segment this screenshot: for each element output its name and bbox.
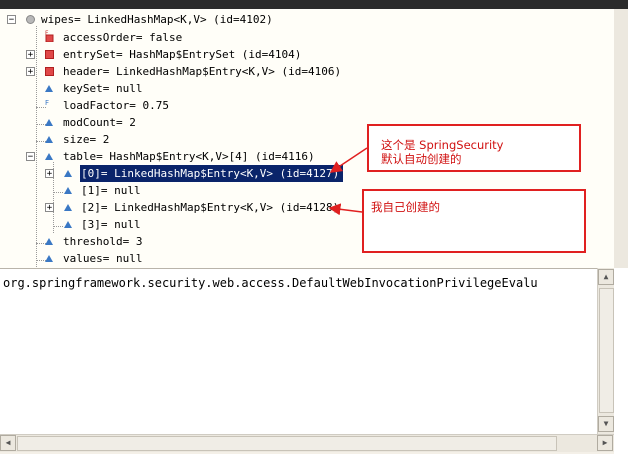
expand-toggle[interactable]: + [45, 169, 54, 179]
tree-node-table-2[interactable]: + [2]= LinkedHashMap$Entry<K,V> (id=4128… [0, 199, 400, 216]
svg-text:F: F [45, 99, 49, 107]
tree-node-entry-set[interactable]: + entrySet= HashMap$EntrySet (id=4104) [0, 46, 400, 63]
tree-node-label: keySet= null [63, 82, 143, 95]
annotation-text: 默认自动创建的 [381, 152, 462, 166]
tree-node-label: [1]= null [81, 184, 141, 197]
field-icon [64, 170, 72, 177]
tree-node-table[interactable]: − table= HashMap$Entry<K,V>[4] (id=4116) [0, 148, 400, 165]
field-icon [45, 119, 53, 126]
field-icon [64, 221, 72, 228]
tree-node-label: size= 2 [63, 133, 110, 146]
annotation-text: 我自己创建的 [371, 200, 440, 214]
collapse-toggle[interactable]: − [7, 15, 16, 25]
tree-node-key-set[interactable]: keySet= null [0, 80, 300, 97]
private-final-field-icon: F [45, 30, 54, 43]
tree-node-label: loadFactor= 0.75 [63, 99, 169, 112]
tree-node-table-3[interactable]: [3]= null [0, 216, 300, 233]
annotation-text: 这个是 SpringSecurity [381, 138, 504, 152]
field-icon [45, 238, 53, 245]
tree-node-table-1[interactable]: [1]= null [0, 182, 300, 199]
tree-node-label: accessOrder= false [63, 31, 183, 44]
tree-node-label: [2]= LinkedHashMap$Entry<K,V> (id=4128) [81, 201, 340, 214]
tree-node-label: modCount= 2 [63, 116, 136, 129]
scroll-up-button[interactable]: ▲ [598, 269, 614, 285]
detail-value-text: org.springframework.security.web.access.… [3, 276, 538, 290]
tree-node-label-selected: [0]= LinkedHashMap$Entry<K,V> (id=4127) [78, 164, 345, 183]
private-field-icon [45, 67, 54, 76]
tree-node-size[interactable]: size= 2 [0, 131, 300, 148]
field-icon [45, 136, 53, 143]
tree-vertical-scrollbar[interactable] [614, 9, 628, 268]
tree-node-wipes[interactable]: − wipes= LinkedHashMap<K,V> (id=4102) [0, 11, 400, 28]
detail-pane[interactable]: org.springframework.security.web.access.… [0, 268, 614, 435]
tree-node-label: entrySet= HashMap$EntrySet (id=4104) [63, 48, 302, 61]
field-icon [45, 153, 53, 160]
annotation-springsecurity: 这个是 SpringSecurity 默认自动创建的 [367, 124, 581, 172]
tree-node-mod-count[interactable]: modCount= 2 [0, 114, 300, 131]
detail-vertical-scrollbar[interactable]: ▲ ▼ [597, 268, 615, 434]
tree-node-label: values= null [63, 252, 143, 265]
expand-toggle[interactable]: + [45, 203, 54, 213]
tree-node-label: wipes= LinkedHashMap<K,V> (id=4102) [41, 13, 273, 26]
tree-node-threshold[interactable]: threshold= 3 [0, 233, 300, 250]
tree-node-label: table= HashMap$Entry<K,V>[4] (id=4116) [63, 150, 315, 163]
tree-node-label: [3]= null [81, 218, 141, 231]
scroll-thumb[interactable] [17, 436, 557, 451]
scroll-thumb[interactable] [599, 288, 614, 413]
scroll-down-button[interactable]: ▼ [598, 416, 614, 432]
final-field-icon: F [45, 99, 54, 111]
window-top-strip [0, 0, 628, 9]
private-field-icon [45, 50, 54, 59]
tree-node-label: header= LinkedHashMap$Entry<K,V> (id=410… [63, 65, 342, 78]
local-variable-icon [26, 15, 35, 24]
tree-node-table-0[interactable]: + [0]= LinkedHashMap$Entry<K,V> (id=4127… [0, 164, 400, 183]
field-icon [45, 85, 53, 92]
field-icon [45, 255, 53, 262]
tree-node-load-factor[interactable]: F loadFactor= 0.75 [0, 97, 300, 114]
field-icon [64, 204, 72, 211]
tree-node-access-order[interactable]: F accessOrder= false [0, 29, 300, 46]
window-edge [614, 268, 628, 454]
annotation-self-created: 我自己创建的 [362, 189, 586, 253]
tree-node-values[interactable]: values= null [0, 250, 300, 267]
scroll-right-button[interactable]: ▶ [597, 435, 613, 451]
expand-toggle[interactable]: + [26, 50, 35, 60]
tree-node-header[interactable]: + header= LinkedHashMap$Entry<K,V> (id=4… [0, 63, 400, 80]
scroll-left-button[interactable]: ◀ [0, 435, 16, 451]
field-icon [64, 187, 72, 194]
collapse-toggle[interactable]: − [26, 152, 35, 162]
tree-node-label: threshold= 3 [63, 235, 143, 248]
detail-horizontal-scrollbar[interactable]: ◀ ▶ [0, 434, 614, 452]
expand-toggle[interactable]: + [26, 67, 35, 77]
